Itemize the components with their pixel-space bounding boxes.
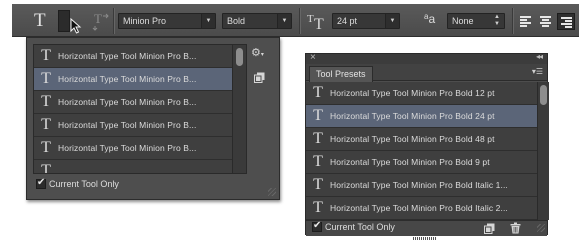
checkbox-checked-icon[interactable] xyxy=(312,220,322,232)
close-icon[interactable]: × xyxy=(310,52,316,63)
current-tool-only-label: Current Tool Only xyxy=(49,179,119,189)
resize-grip-icon[interactable] xyxy=(268,188,276,196)
type-tool-icon: T xyxy=(313,176,323,193)
collapse-icon[interactable]: ◂◂ xyxy=(536,52,543,61)
font-family-value: Minion Pro xyxy=(123,16,167,26)
list-item-label: Horizontal Type Tool Minion Pro Bold 24 … xyxy=(330,111,495,121)
type-tool-icon: T xyxy=(313,84,323,101)
list-item-label: Horizontal Type Tool Minion Pro B... xyxy=(58,120,197,130)
type-tool-icon: T xyxy=(41,47,51,64)
mouse-pointer-icon xyxy=(70,18,82,34)
type-tool-icon: T xyxy=(313,107,323,124)
chevron-down-icon: ▼ xyxy=(385,14,399,28)
list-item-label: Horizontal Type Tool Minion Pro Bold Ita… xyxy=(330,180,508,190)
list-item[interactable]: T Horizontal Type Tool Minion Pro B... xyxy=(34,114,246,137)
list-item-label: Horizontal Type Tool Minion Pro Bold 9 p… xyxy=(330,157,490,167)
separator xyxy=(113,8,114,34)
scrollbar[interactable] xyxy=(232,45,246,173)
current-tool-only-label: Current Tool Only xyxy=(325,222,395,232)
tool-preset-picker-dropdown: T Horizontal Type Tool Minion Pro B... T… xyxy=(26,37,280,200)
type-tool-icon[interactable]: T xyxy=(34,10,46,32)
type-tool-icon: T xyxy=(313,130,323,147)
font-size-select[interactable]: 24 pt ▼ xyxy=(332,13,400,29)
list-item-label: Horizontal Type Tool Minion Pro Bold 48 … xyxy=(330,134,495,144)
separator xyxy=(512,8,513,34)
tool-presets-panel: × ◂◂ Tool Presets ▾☰ T Horizontal Type T… xyxy=(305,52,549,236)
list-item[interactable]: T Horizontal Type Tool Minion Pro Bold 4… xyxy=(306,128,537,151)
separator xyxy=(299,8,300,34)
scrollbar-thumb[interactable] xyxy=(540,85,547,105)
chevron-down-icon: ▼ xyxy=(277,14,291,28)
anti-alias-select[interactable]: None ▲ ▼ xyxy=(447,13,505,29)
list-item[interactable]: T Horizontal Type Tool Minion Pro Bold I… xyxy=(306,174,537,197)
panel-dock-handle[interactable] xyxy=(413,237,437,240)
list-item-label: Horizontal Type Tool Minion Pro Bold 12 … xyxy=(330,88,495,98)
svg-text:T: T xyxy=(314,16,324,31)
type-tool-icon: T xyxy=(313,153,323,170)
new-preset-icon[interactable] xyxy=(254,72,265,83)
spinner-arrows-icon: ▲ ▼ xyxy=(494,14,500,27)
list-item-label: Horizontal Type Tool Minion Pro B... xyxy=(58,74,197,84)
preset-list: T Horizontal Type Tool Minion Pro B... T… xyxy=(33,44,247,174)
font-style-select[interactable]: Bold ▼ xyxy=(222,13,292,29)
type-tool-icon: T xyxy=(41,162,51,174)
list-item[interactable]: T Horizontal Type Tool Minion Pro B... xyxy=(34,91,246,114)
font-size-value: 24 pt xyxy=(337,16,358,26)
font-family-select[interactable]: Minion Pro ▼ xyxy=(118,13,216,29)
list-item[interactable]: T Horizontal Type Tool Minion Pro B... xyxy=(34,45,246,68)
current-tool-only-checkbox[interactable]: Current Tool Only xyxy=(36,177,119,189)
scrollbar[interactable] xyxy=(537,82,549,220)
new-preset-icon[interactable] xyxy=(484,223,495,234)
panel-menu-icon[interactable]: ▾☰ xyxy=(532,67,543,76)
resize-grip-icon[interactable] xyxy=(537,224,545,232)
checkbox-checked-icon[interactable] xyxy=(36,177,46,189)
anti-alias-icon-large-a: a xyxy=(428,12,436,26)
align-right-button[interactable] xyxy=(557,13,575,30)
list-item-label: Horizontal Type Tool Minion Pro Bold Ita… xyxy=(330,203,508,213)
type-tool-icon: T xyxy=(41,93,51,110)
toggle-text-orientation-icon[interactable]: T xyxy=(90,10,112,32)
type-tool-icon: T xyxy=(313,199,323,216)
list-item[interactable]: T xyxy=(34,160,246,174)
type-tool-icon: T xyxy=(41,116,51,133)
align-center-button[interactable] xyxy=(537,13,555,30)
panel-titlebar[interactable]: × ◂◂ xyxy=(306,52,547,64)
list-item-selected[interactable]: T Horizontal Type Tool Minion Pro B... xyxy=(34,68,246,91)
list-item-selected[interactable]: T Horizontal Type Tool Minion Pro Bold 2… xyxy=(306,105,537,128)
gear-icon[interactable]: ⚙▾ xyxy=(251,46,264,59)
anti-alias-value: None xyxy=(452,16,474,26)
scrollbar-thumb[interactable] xyxy=(236,48,243,66)
font-size-icon: T T xyxy=(307,13,324,31)
list-item[interactable]: T Horizontal Type Tool Minion Pro B... xyxy=(34,137,246,160)
anti-alias-icon: aa xyxy=(424,12,444,30)
list-item-label: Horizontal Type Tool Minion Pro B... xyxy=(58,143,197,153)
tool-preset-picker-button[interactable] xyxy=(58,10,70,32)
chevron-down-icon: ▼ xyxy=(201,14,215,28)
list-item[interactable]: T Horizontal Type Tool Minion Pro Bold I… xyxy=(306,197,537,220)
current-tool-only-checkbox[interactable]: Current Tool Only xyxy=(312,220,395,232)
align-left-button[interactable] xyxy=(517,13,535,30)
type-tool-icon: T xyxy=(41,139,51,156)
options-bar: T T Minion Pro ▼ Bold ▼ T T 24 pt ▼ aa N… xyxy=(12,4,579,37)
preset-list: T Horizontal Type Tool Minion Pro Bold 1… xyxy=(306,82,537,220)
list-item-label: Horizontal Type Tool Minion Pro B... xyxy=(58,51,197,61)
panel-tabs: Tool Presets ▾☰ xyxy=(306,64,547,82)
list-item[interactable]: T Horizontal Type Tool Minion Pro Bold 9… xyxy=(306,151,537,174)
font-style-value: Bold xyxy=(227,16,246,26)
svg-text:T: T xyxy=(307,13,314,25)
trash-icon[interactable] xyxy=(510,222,521,234)
list-item[interactable]: T Horizontal Type Tool Minion Pro Bold 1… xyxy=(306,82,537,105)
type-tool-icon: T xyxy=(41,70,51,87)
list-item-label: Horizontal Type Tool Minion Pro B... xyxy=(58,97,197,107)
tab-tool-presets[interactable]: Tool Presets xyxy=(309,66,373,82)
svg-text:T: T xyxy=(94,11,102,26)
